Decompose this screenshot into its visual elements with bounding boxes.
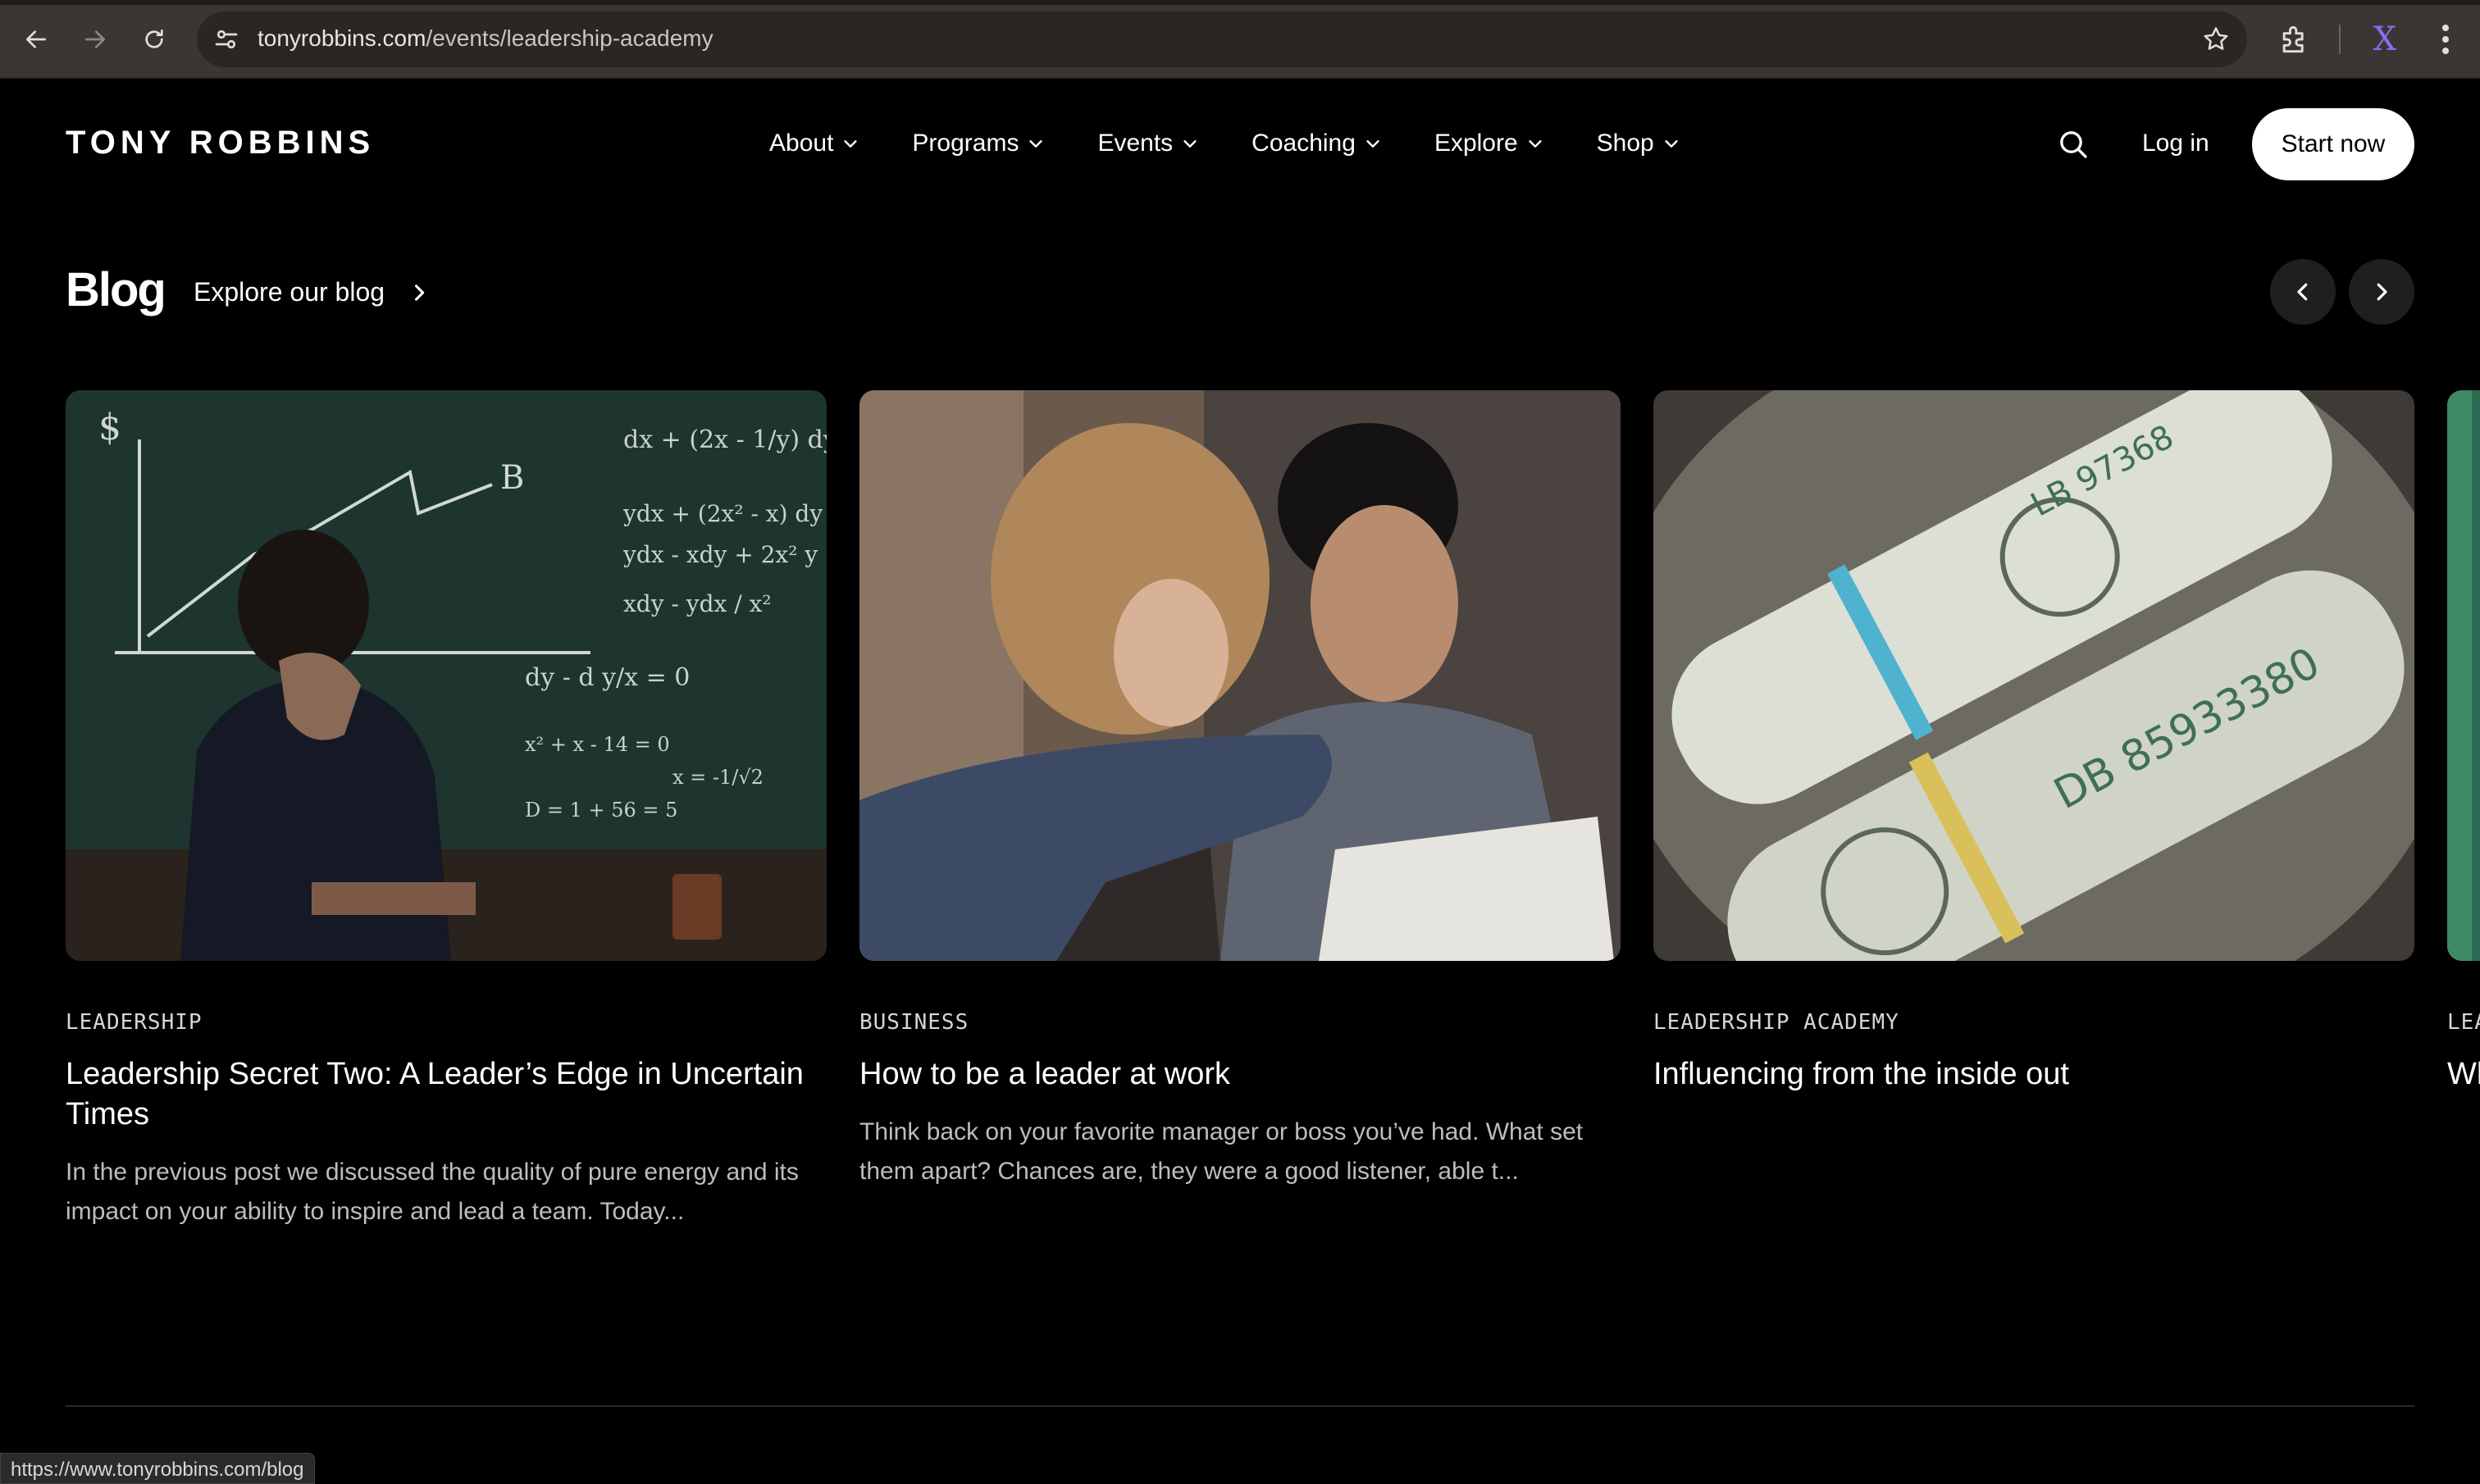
- address-bar[interactable]: tonyrobbins.com/events/leadership-academ…: [197, 11, 2247, 67]
- reload-icon: [145, 30, 163, 48]
- more-menu-icon[interactable]: [2429, 20, 2462, 59]
- svg-text:x² + x - 14 = 0: x² + x - 14 = 0: [525, 733, 670, 756]
- chevron-right-icon: [415, 284, 425, 301]
- nav-item-programs[interactable]: Programs: [912, 130, 1045, 157]
- svg-text:D = 1 + 56 = 5: D = 1 + 56 = 5: [525, 799, 677, 822]
- chevron-down-icon: [1029, 140, 1043, 148]
- chevron-down-icon: [1665, 140, 1678, 148]
- card-image-partial[interactable]: [2447, 390, 2480, 961]
- svg-text:$: $: [98, 407, 121, 448]
- svg-text:x = -1/√2: x = -1/√2: [672, 766, 764, 789]
- url-path: /events/leadership-academy: [426, 25, 713, 51]
- card-image-coworkers[interactable]: [859, 390, 1621, 961]
- svg-text:xdy - ydx / x²: xdy - ydx / x²: [623, 590, 772, 617]
- card-title[interactable]: Wh: [2447, 1054, 2480, 1095]
- nav-item-shop[interactable]: Shop: [1597, 130, 1680, 157]
- blog-card[interactable]: $ B dx + (2x - 1/y) dy = ydx + (2x² - x)…: [66, 390, 827, 1231]
- card-excerpt: In the previous post we discussed the qu…: [66, 1159, 799, 1225]
- toolbar-separator: [2339, 25, 2341, 54]
- svg-text:ydx - xdy + 2x² y: ydx - xdy + 2x² y: [622, 541, 818, 568]
- footer-divider: [66, 1405, 2414, 1407]
- card-category: LEADERSHIP ACADEMY: [1653, 1010, 1899, 1035]
- card-title[interactable]: Leadership Secret Two: A Leader’s Edge i…: [66, 1054, 827, 1135]
- coworkers-photo: [859, 390, 1621, 961]
- card-category: LEADERSHIP: [66, 1010, 203, 1035]
- arrow-right-icon: [85, 30, 105, 48]
- main-nav: About Programs Events Coaching Explore S…: [769, 130, 1733, 157]
- reload-button[interactable]: [133, 18, 176, 61]
- bookmark-star-icon[interactable]: [2201, 25, 2231, 54]
- profile-avatar[interactable]: X: [2365, 20, 2405, 59]
- nav-label: Explore: [1434, 130, 1518, 157]
- site-settings-icon[interactable]: [212, 25, 241, 54]
- section-title: Blog: [66, 263, 166, 316]
- svg-text:ydx + (2x² - x) dy: ydx + (2x² - x) dy: [622, 500, 823, 527]
- nav-label: About: [769, 130, 834, 157]
- partial-photo: [2447, 390, 2480, 961]
- nav-label: Coaching: [1251, 130, 1356, 157]
- chalkboard-photo: $ B dx + (2x - 1/y) dy = ydx + (2x² - x)…: [66, 390, 827, 961]
- nav-item-explore[interactable]: Explore: [1434, 130, 1544, 157]
- blog-card[interactable]: BUSINESS How to be a leader at work Thin…: [859, 390, 1621, 1191]
- svg-text:dy - d y/x = 0: dy - d y/x = 0: [525, 663, 690, 692]
- chevron-down-icon: [844, 140, 858, 148]
- chevron-down-icon: [1366, 140, 1379, 148]
- nav-label: Events: [1097, 130, 1174, 157]
- nav-item-about[interactable]: About: [769, 130, 859, 157]
- nav-item-coaching[interactable]: Coaching: [1251, 130, 1382, 157]
- extensions-icon[interactable]: [2277, 21, 2313, 57]
- money-jar-photo: DB 85933380 LB 97368: [1653, 390, 2414, 961]
- url-text[interactable]: tonyrobbins.com/events/leadership-academ…: [258, 25, 713, 52]
- explore-blog-label: Explore our blog: [194, 277, 385, 307]
- carousel-prev-button[interactable]: [2270, 259, 2336, 325]
- arrow-left-icon: [26, 30, 46, 48]
- svg-text:dx + (2x - 1/y) dy =: dx + (2x - 1/y) dy =: [623, 426, 827, 454]
- chevron-left-icon: [2297, 283, 2308, 301]
- explore-blog-link[interactable]: Explore our blog: [194, 277, 431, 307]
- login-link[interactable]: Log in: [2142, 130, 2209, 157]
- blog-card[interactable]: DB 85933380 LB 97368 LEADERSHIP ACADEMY …: [1653, 390, 2414, 1095]
- card-title[interactable]: Influencing from the inside out: [1653, 1054, 2414, 1095]
- card-category: BUSINESS: [859, 1010, 969, 1035]
- browser-toolbar: tonyrobbins.com/events/leadership-academ…: [0, 0, 2480, 79]
- nav-label: Shop: [1596, 130, 1654, 157]
- tab-strip-edge: [0, 0, 2480, 5]
- card-image-chalkboard[interactable]: $ B dx + (2x - 1/y) dy = ydx + (2x² - x)…: [66, 390, 827, 961]
- chevron-down-icon: [1183, 140, 1197, 148]
- svg-text:B: B: [500, 459, 524, 497]
- chevron-down-icon: [1529, 140, 1542, 148]
- card-excerpt: Think back on your favorite manager or b…: [859, 1118, 1584, 1185]
- card-image-money[interactable]: DB 85933380 LB 97368: [1653, 390, 2414, 961]
- nav-item-events[interactable]: Events: [1097, 130, 1199, 157]
- search-icon[interactable]: [2057, 128, 2090, 161]
- url-domain: tonyrobbins.com: [258, 25, 426, 51]
- card-title[interactable]: How to be a leader at work: [859, 1054, 1621, 1095]
- forward-button[interactable]: [74, 18, 116, 61]
- link-hover-status: https://www.tonyrobbins.com/blog: [0, 1453, 315, 1484]
- back-button[interactable]: [15, 18, 57, 61]
- site-logo[interactable]: TONY ROBBINS: [66, 125, 375, 162]
- card-category: LEA: [2447, 1010, 2480, 1035]
- start-now-button[interactable]: Start now: [2252, 108, 2414, 180]
- chevron-right-icon: [2377, 283, 2387, 301]
- nav-label: Programs: [912, 130, 1019, 157]
- blog-card[interactable]: LEA Wh: [2447, 390, 2480, 1095]
- carousel-next-button[interactable]: [2349, 259, 2414, 325]
